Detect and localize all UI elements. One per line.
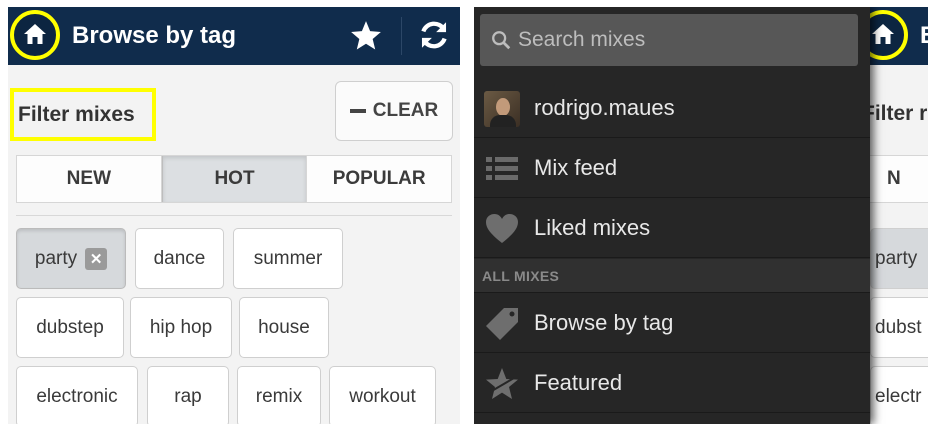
- remove-tag-icon[interactable]: ✕: [85, 247, 108, 270]
- filter-label-peek: Filter r: [862, 102, 928, 125]
- clear-button[interactable]: CLEAR: [335, 81, 453, 141]
- tag-label: dubst: [875, 317, 922, 338]
- menu-item-label: Featured: [534, 370, 623, 395]
- search-placeholder: Search mixes: [518, 28, 646, 51]
- tag-chip-hip-hop[interactable]: hip hop: [130, 297, 232, 358]
- tag-chip-dance[interactable]: dance: [135, 228, 224, 289]
- tag-chip-remix[interactable]: remix: [237, 366, 321, 424]
- filter-mixes-label: Filter mixes: [10, 88, 156, 141]
- tag-chip-dubstep[interactable]: dubstep: [16, 297, 124, 358]
- menu-item-browse-by-tag[interactable]: Browse by tag: [474, 294, 870, 353]
- menu-item-label: Mix feed: [534, 155, 618, 180]
- tag-chip-electronic-peek[interactable]: electr: [870, 366, 928, 424]
- navigation-drawer-screen: B Filter r N party dubst electr Search m…: [474, 7, 928, 424]
- tag-label: electr: [875, 386, 922, 407]
- browse-by-tag-screen: Browse by tag Filter mixes CLEAR NEW HOT…: [8, 7, 460, 424]
- menu-item-mix-feed[interactable]: Mix feed: [474, 139, 870, 198]
- menu-item-label: rodrigo.maues: [534, 95, 675, 120]
- search-icon: [492, 31, 511, 50]
- tab-new-peek[interactable]: N: [887, 168, 901, 190]
- refresh-icon[interactable]: [417, 18, 451, 52]
- tag-chip-dubstep-peek[interactable]: dubst: [870, 297, 928, 358]
- home-button[interactable]: [10, 10, 60, 60]
- menu-item-label: Browse by tag: [534, 310, 674, 335]
- section-header-all-mixes: ALL MIXES: [474, 259, 870, 293]
- heart-icon: [486, 214, 518, 243]
- avatar: [484, 91, 520, 127]
- clear-label: CLEAR: [372, 100, 439, 121]
- segmented-control-peek: N: [866, 155, 928, 203]
- tab-popular[interactable]: POPULAR: [307, 156, 451, 202]
- navigation-drawer: Search mixes rodrigo.maues Mix feed Like…: [474, 7, 870, 424]
- tag-chip-party[interactable]: party ✕: [16, 228, 126, 289]
- action-divider: [401, 17, 402, 55]
- star-icon[interactable]: [349, 19, 383, 53]
- home-icon: [24, 24, 46, 44]
- tag-chip-workout[interactable]: workout: [329, 366, 436, 424]
- home-icon: [872, 24, 894, 44]
- tag-chip-house[interactable]: house: [239, 297, 329, 358]
- search-input[interactable]: Search mixes: [480, 14, 858, 66]
- menu-item-profile[interactable]: rodrigo.maues: [474, 79, 870, 138]
- tag-label: party: [875, 248, 918, 269]
- sort-segmented-control: NEW HOT POPULAR: [16, 155, 452, 203]
- tag-chip-rap[interactable]: rap: [147, 366, 229, 424]
- menu-item-label: Liked mixes: [534, 215, 651, 240]
- list-icon: [486, 157, 518, 180]
- star-icon: [486, 368, 518, 399]
- action-bar: Browse by tag: [8, 7, 460, 65]
- minus-icon: [349, 109, 366, 113]
- tag-chip-electronic[interactable]: electronic: [16, 366, 138, 424]
- tab-hot[interactable]: HOT: [161, 156, 308, 202]
- tag-icon: [486, 308, 518, 340]
- tag-chip-summer[interactable]: summer: [233, 228, 343, 289]
- divider: [16, 215, 452, 216]
- tab-new[interactable]: NEW: [17, 156, 162, 202]
- menu-item-featured[interactable]: Featured: [474, 354, 870, 413]
- page-title: Browse by tag: [72, 22, 237, 49]
- page-title-peek: B: [920, 22, 928, 50]
- tag-label: party: [34, 247, 78, 269]
- tag-chip-party-peek[interactable]: party: [870, 228, 928, 289]
- menu-item-liked-mixes[interactable]: Liked mixes: [474, 199, 870, 258]
